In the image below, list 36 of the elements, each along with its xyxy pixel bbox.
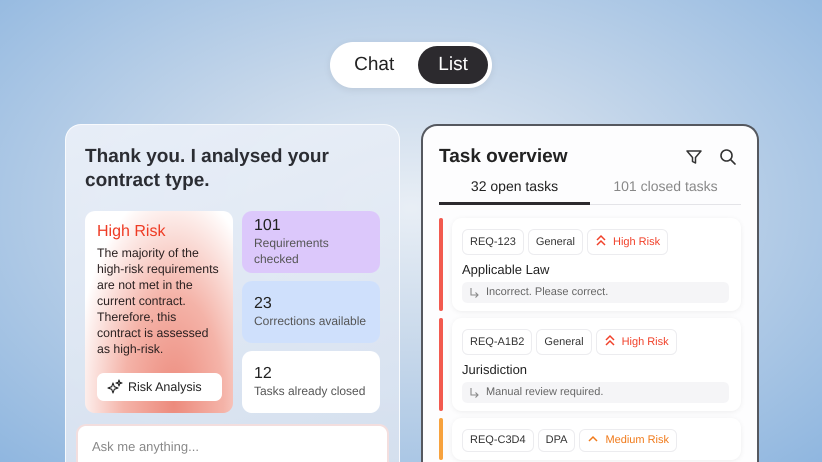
task-tab[interactable]: 32 open tasks bbox=[439, 176, 590, 205]
task-card[interactable]: REQ-A1B2 General High Risk Jurisdiction Manual review required. bbox=[452, 318, 741, 411]
task-id-tag: REQ-A1B2 bbox=[462, 329, 532, 355]
stat-value: 101 bbox=[254, 217, 282, 235]
chat-input-field[interactable]: Ask me anything... bbox=[76, 424, 389, 462]
stat-value: 12 bbox=[254, 365, 273, 383]
toggle-option[interactable]: Chat bbox=[334, 46, 414, 84]
chat-heading: Thank you. I analysed your contract type. bbox=[85, 145, 330, 193]
task-card[interactable]: REQ-123 General High Risk Applicable Law Incorrect. Please correct. bbox=[452, 218, 741, 311]
return-arrow-icon bbox=[468, 286, 480, 298]
risk-description: The majority of the high-risk requirements are not met in the current contract. Therefore, this contract is assessed as high-risk. bbox=[97, 245, 220, 357]
category-tag: DPA bbox=[538, 429, 576, 452]
sparkle-icon bbox=[107, 379, 123, 395]
risk-title: High Risk bbox=[97, 223, 166, 241]
category-tag: General bbox=[528, 229, 583, 255]
risk-tag: Medium Risk bbox=[579, 429, 678, 452]
stat-label: Requirements checked bbox=[254, 235, 330, 267]
stat-label: Tasks already closed bbox=[254, 383, 366, 399]
task-id-tag: REQ-C3D4 bbox=[462, 429, 534, 452]
task-title: Jurisdiction bbox=[462, 362, 528, 377]
stat-value: 23 bbox=[254, 295, 273, 313]
toggle-option[interactable]: List bbox=[418, 46, 488, 84]
filter-icon[interactable] bbox=[685, 148, 703, 166]
stat-label: Corrections available bbox=[254, 313, 368, 329]
risk-tag: High Risk bbox=[596, 329, 677, 355]
risk-analysis-button[interactable]: Risk Analysis bbox=[97, 373, 222, 401]
return-arrow-icon bbox=[468, 386, 480, 398]
task-note: Incorrect. Please correct. bbox=[462, 282, 729, 303]
panel-title: Task overview bbox=[439, 146, 569, 168]
task-note: Manual review required. bbox=[462, 382, 729, 403]
category-tag: General bbox=[536, 329, 592, 355]
risk-tag: High Risk bbox=[587, 229, 668, 255]
search-icon[interactable] bbox=[719, 148, 737, 166]
task-id-tag: REQ-123 bbox=[462, 229, 524, 255]
task-title: Applicable Law bbox=[462, 262, 550, 277]
task-card[interactable]: REQ-C3D4 DPA Medium Risk bbox=[452, 418, 741, 460]
